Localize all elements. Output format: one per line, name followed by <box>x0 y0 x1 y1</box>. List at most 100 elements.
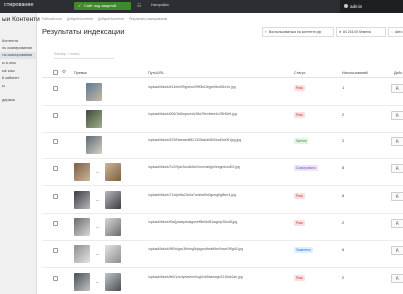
row-action-button[interactable]: Д <box>391 84 403 93</box>
lock-icon: ▪ <box>265 29 267 34</box>
column-used[interactable]: Использований <box>342 71 368 75</box>
site-protected-label: Сайт под защитой <box>84 4 117 8</box>
row-action-button[interactable]: Д <box>391 192 403 201</box>
table-row[interactable]: → /upload/iblock/71d/pe8a23c0a7cmbs69x0gm… <box>42 188 403 214</box>
sidebar-item-cache-data[interactable]: ые кэш <box>2 69 15 73</box>
top-bar: стирование ✓ Сайт под защитой ☷ Настройк… <box>0 0 403 13</box>
column-path[interactable]: Путь/URL <box>148 71 164 75</box>
admin-label: admin <box>350 3 363 9</box>
image-path[interactable]: /upload/iblock/006/1b8mpxorxlv35e29enIbe… <box>148 112 237 116</box>
preview-thumbnail-replacement[interactable] <box>105 273 121 291</box>
settings-link[interactable]: Настройки <box>151 3 169 7</box>
table-row[interactable]: /upload/iblock/675/f4aeaed6821335a4ufn80… <box>42 133 403 159</box>
sidebar-brand: ыи Контенти <box>2 16 40 23</box>
preview-thumbnail[interactable] <box>86 83 102 101</box>
clean-badge: Чистое <box>294 138 309 144</box>
user-menu[interactable]: admin <box>340 0 403 13</box>
preview-thumbnail-original[interactable] <box>74 163 90 181</box>
usage-count: 1 <box>342 85 345 90</box>
row-checkbox[interactable] <box>53 276 58 281</box>
breadcrumb: Рабочий стол Добрый Контенти Добрый Конт… <box>42 17 171 21</box>
arrow-right-icon: → <box>95 224 100 229</box>
column-preview[interactable]: Превью <box>74 71 87 75</box>
select-all-checkbox[interactable] <box>53 70 58 75</box>
image-path[interactable]: /upload/iblock/71d/pe8a23c0a7cmbs69x0gmr… <box>148 193 236 197</box>
risk-badge: Риск <box>294 85 305 91</box>
auto-box[interactable]: ◌ Авто <box>388 27 403 37</box>
scanned-badge: Сканировано <box>294 165 318 171</box>
coin-icon: ● <box>339 29 342 34</box>
row-action-button[interactable]: Д <box>391 164 403 173</box>
filter-input[interactable]: Фильтр + поиск <box>54 50 114 59</box>
arrow-right-icon: → <box>95 169 100 174</box>
preview-thumbnail[interactable] <box>86 110 102 128</box>
site-protected-button[interactable]: ✓ Сайт под защитой <box>74 2 131 10</box>
row-checkbox[interactable] <box>53 86 58 91</box>
balance-label: 84 215,00 Кемена <box>343 30 371 34</box>
image-path[interactable]: /upload/iblock/e14/ee0f9ypeso0990bd1bjye… <box>148 85 236 89</box>
table-row[interactable]: → /upload/iblock/fe0/1zcnyewvnm0ogOxb5sde… <box>42 270 403 294</box>
check-icon: ✓ <box>78 3 82 8</box>
preview-thumbnail[interactable] <box>86 136 102 154</box>
sidebar-item-support[interactable]: держка <box>2 98 15 102</box>
preview-thumbnail-replacement[interactable] <box>105 218 121 236</box>
gear-icon[interactable]: ⚙ <box>62 69 66 75</box>
preview-thumbnail-replacement[interactable] <box>105 191 121 209</box>
preview-thumbnail-original[interactable] <box>74 245 90 263</box>
sidebar: ыи Контенти Контенти ль сканирования ты … <box>0 13 40 294</box>
row-checkbox[interactable] <box>53 248 58 253</box>
image-path[interactable]: /upload/iblock/fe0/1zcnyewvnm0ogOxb5sdew… <box>148 275 243 279</box>
sidebar-item-cabinet[interactable]: й кабинет <box>2 76 19 80</box>
column-status[interactable]: Статус <box>294 71 305 75</box>
breadcrumb-item[interactable]: Добрый Контенти <box>98 17 124 21</box>
table-row[interactable]: → /upload/iblock/f0a/jywaquinaigunef9br6n… <box>42 215 403 241</box>
preview-thumbnail-original[interactable] <box>74 191 90 209</box>
page-title: Результаты индексации <box>42 27 125 36</box>
sidebar-item-scan-results[interactable]: ты сканирования <box>0 52 37 59</box>
site-box[interactable]: ▪ Воспользоваться на контенте.рф <box>262 27 334 37</box>
bell-icon[interactable]: ☷ <box>137 3 141 9</box>
image-path[interactable]: /upload/iblock/7c2/9yzr3wo8d1m0unnmcfgn0… <box>148 165 240 169</box>
avatar <box>344 4 348 8</box>
usage-count: 2 <box>342 112 345 117</box>
table-row[interactable]: /upload/iblock/e14/ee0f9ypeso0990bd1bjye… <box>42 80 403 106</box>
table-row[interactable]: /upload/iblock/006/1b8mpxorxlv35e29enIbe… <box>42 107 403 133</box>
row-action-button[interactable]: Д <box>391 274 403 283</box>
image-path[interactable]: /upload/iblock/9f0/nlgxc3tirhng3njagrudf… <box>148 247 243 251</box>
row-checkbox[interactable] <box>53 113 58 118</box>
column-actions: Дейс <box>394 71 403 75</box>
usage-count: 6 <box>342 247 345 252</box>
preview-thumbnail-replacement[interactable] <box>105 245 121 263</box>
sidebar-item-kontenti[interactable]: Контенти <box>2 39 18 43</box>
risk-badge: Риск <box>294 220 305 226</box>
image-path[interactable]: /upload/iblock/675/f4aeaed6821335a4ufn80… <box>148 138 241 142</box>
preview-thumbnail-original[interactable] <box>74 218 90 236</box>
preview-thumbnail-original[interactable] <box>74 273 90 291</box>
usage-count: 8 <box>342 193 345 198</box>
row-action-button[interactable]: Д <box>391 246 403 255</box>
site-box-label: Воспользоваться на контенте.рф <box>269 30 322 34</box>
balance-box[interactable]: ● 84 215,00 Кемена <box>336 27 386 37</box>
row-checkbox[interactable] <box>53 221 58 226</box>
image-path[interactable]: /upload/iblock/f0a/jywaquinaigunef9br6n8… <box>148 220 237 224</box>
preview-thumbnail-replacement[interactable] <box>105 163 121 181</box>
row-action-button[interactable]: Д <box>391 111 403 120</box>
breadcrumb-item[interactable]: Рабочий стол <box>42 17 62 21</box>
table-row[interactable]: → /upload/iblock/7c2/9yzr3wo8d1m0unnmcfgn… <box>42 160 403 186</box>
usage-count: 2 <box>342 275 345 280</box>
row-checkbox[interactable] <box>53 194 58 199</box>
sidebar-item-cache[interactable]: ы и кэш <box>2 61 16 65</box>
arrow-right-icon: → <box>95 251 100 256</box>
breadcrumb-item[interactable]: Добрый Контенти <box>67 17 93 21</box>
sync-icon: ◌ <box>391 29 394 34</box>
usage-count: 2 <box>342 220 345 225</box>
row-action-button[interactable]: Д <box>391 137 403 146</box>
row-checkbox[interactable] <box>53 166 58 171</box>
sidebar-item-scan-panel[interactable]: ль сканирования <box>2 46 32 50</box>
row-checkbox[interactable] <box>53 139 58 144</box>
replaced-badge: Заменено <box>294 247 313 253</box>
table-row[interactable]: → /upload/iblock/9f0/nlgxc3tirhng3njagrud… <box>42 242 403 268</box>
row-action-button[interactable]: Д <box>391 219 403 228</box>
risk-badge: Риск <box>294 193 305 199</box>
sidebar-item-misc[interactable]: ы <box>2 84 5 88</box>
